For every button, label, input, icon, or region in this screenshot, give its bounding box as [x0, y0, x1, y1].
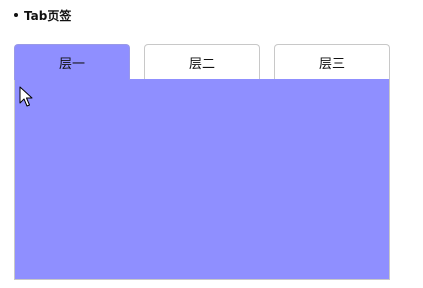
section-heading: Tab页签	[14, 6, 71, 24]
mouse-pointer-icon	[19, 86, 33, 107]
tab-label: 层三	[318, 56, 345, 72]
tab-layer-one[interactable]: 层一	[14, 44, 130, 80]
tab-bar: 层一 层二 层三	[14, 44, 390, 80]
tab-label: 层一	[58, 57, 85, 72]
tab-content-panel	[14, 79, 390, 280]
tab-layer-two[interactable]: 层二	[144, 44, 260, 79]
bullet-icon	[14, 13, 18, 17]
tab-layer-three[interactable]: 层三	[274, 44, 390, 79]
section-heading-text: Tab页签	[24, 8, 72, 23]
tab-label: 层二	[188, 56, 215, 72]
